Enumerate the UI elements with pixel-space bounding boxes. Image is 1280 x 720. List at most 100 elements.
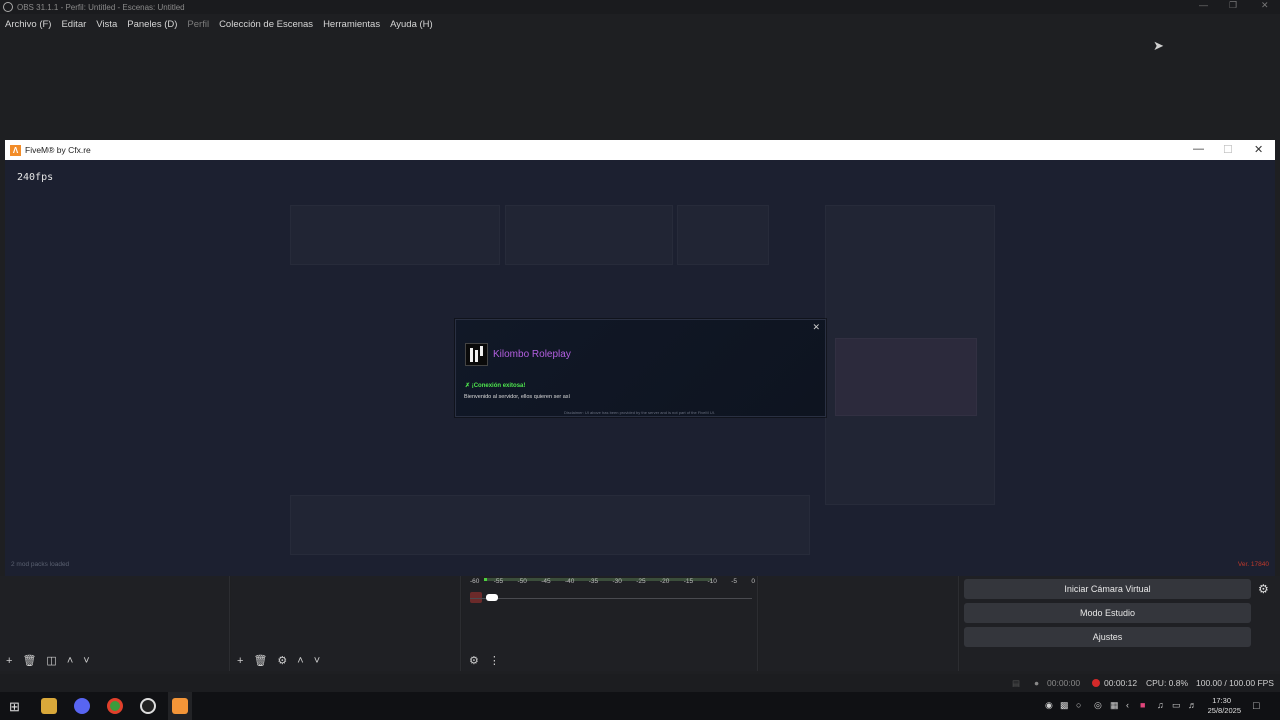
cpu-usage: CPU: 0.8% (1146, 678, 1189, 688)
mixer-tick: -5 (731, 578, 738, 585)
move-up-icon[interactable]: ˄ (67, 655, 73, 667)
mixer-tick: -60 (470, 578, 480, 585)
server-name: Kilombo Roleplay (493, 349, 571, 360)
app-tray-icon[interactable]: ▩ (1060, 700, 1069, 711)
minimize-icon[interactable]: — (1199, 0, 1208, 10)
version-text: Ver. 17840 (1237, 561, 1269, 568)
microphone-tray-icon[interactable]: ♫ (1157, 700, 1164, 710)
windows-start-icon[interactable]: ⊞ (9, 699, 20, 715)
sources-toolbar: + 🗑 ⚙ ˄ ˅ (237, 654, 320, 668)
chrome-tray-icon[interactable]: ◉ (1045, 700, 1053, 711)
audio-mixer-dock (462, 576, 758, 671)
mixer-tick: -50 (517, 578, 527, 585)
menu-perfil[interactable]: Perfil (187, 19, 209, 30)
fivem-minimize-icon[interactable]: — (1193, 143, 1204, 155)
remove-source-icon[interactable]: 🗑 (253, 654, 267, 667)
menu-paneles[interactable]: Paneles (D) (127, 19, 177, 30)
mixer-tick: -45 (541, 578, 551, 585)
fivem-titlebar: Λ FiveM® by Cfx.re — ☐ ✕ (5, 140, 1275, 160)
connection-status: ✗ ¡Conexión exitosa! (465, 383, 526, 389)
obs-window-title: OBS 31.1.1 - Perfil: Untitled - Escenas:… (17, 2, 185, 12)
transitions-dock (759, 576, 959, 671)
fivem-logo-icon: Λ (10, 144, 21, 156)
mixer-toolbar: ⚙ ⋮ (469, 654, 500, 667)
background-panel (677, 205, 769, 265)
menu-editar[interactable]: Editar (61, 19, 86, 30)
notifications-icon[interactable]: □ (1253, 700, 1260, 712)
disclaimer-text: Disclaimer: UI above has been provided b… (564, 410, 715, 415)
steam-tray-icon[interactable]: ◎ (1094, 700, 1102, 711)
chevron-tray-icon[interactable]: ‹ (1126, 700, 1129, 710)
menu-coleccion-escenas[interactable]: Colección de Escenas (219, 19, 313, 30)
record-icon (1092, 679, 1100, 687)
background-panel (290, 205, 500, 265)
obs-statusbar: ▤ ● 00:00:00 00:00:12 CPU: 0.8% 100.00 /… (0, 674, 1280, 692)
connection-dialog: ✕ Kilombo Roleplay ✗ ¡Conexión exitosa! … (455, 319, 826, 417)
mixer-tick: -30 (612, 578, 622, 585)
stream-time: 00:00:00 (1047, 678, 1081, 688)
menu-vista[interactable]: Vista (96, 19, 117, 30)
mixer-tick: -40 (565, 578, 575, 585)
menu-archivo[interactable]: Archivo (F) (5, 19, 51, 30)
settings-button[interactable]: Ajustes (964, 627, 1251, 647)
source-down-icon[interactable]: ˅ (314, 655, 320, 667)
remove-scene-icon[interactable]: 🗑 (22, 654, 36, 667)
headset-tray-icon[interactable]: ○ (1076, 700, 1081, 710)
mixer-tick: -15 (683, 578, 694, 585)
mouse-cursor-icon: ➤ (1153, 38, 1164, 53)
add-source-icon[interactable]: + (237, 655, 243, 667)
mixer-tick: -20 (660, 578, 670, 585)
obs-menubar: Archivo (F) Editar Vista Paneles (D) Per… (0, 14, 1280, 34)
fps-status: 100.00 / 100.00 FPS (1196, 678, 1274, 688)
obs-taskbar-icon[interactable] (140, 698, 156, 714)
move-down-icon[interactable]: ˅ (83, 655, 89, 667)
scenes-toolbar: + 🗑 ◫ ˄ ˅ (6, 654, 90, 668)
app2-tray-icon[interactable]: ■ (1140, 700, 1145, 710)
mixer-tick: -10 (707, 578, 717, 585)
menu-ayuda[interactable]: Ayuda (H) (390, 19, 433, 30)
record-time: 00:00:12 (1104, 678, 1138, 688)
source-up-icon[interactable]: ˄ (297, 655, 303, 667)
menu-herramientas[interactable]: Herramientas (323, 19, 380, 30)
add-scene-icon[interactable]: + (6, 655, 12, 667)
obs-titlebar: OBS 31.1.1 - Perfil: Untitled - Escenas:… (0, 0, 1280, 14)
obs-logo-icon (3, 2, 13, 12)
start-virtual-camera-button[interactable]: Iniciar Cámara Virtual (964, 579, 1251, 599)
fivem-window-title: FiveM® by Cfx.re (25, 145, 91, 155)
background-banner (835, 338, 977, 416)
source-properties-icon[interactable]: ⚙ (277, 654, 287, 667)
advanced-audio-icon[interactable]: ⚙ (469, 654, 479, 667)
fivem-close-icon[interactable]: ✕ (1254, 143, 1263, 156)
volume-slider-handle[interactable] (486, 594, 498, 601)
maximize-icon[interactable]: ❐ (1229, 0, 1237, 11)
welcome-message: Bienvenido al servidor, ellos quieren se… (464, 394, 571, 400)
fivem-game-view: 240fps 2 mod packs loaded Ver. 17840 ✕ K… (5, 160, 1275, 576)
clock-time[interactable]: 17:30 (1212, 696, 1231, 705)
file-explorer-icon[interactable] (41, 698, 57, 714)
mods-loaded-text: 2 mod packs loaded (11, 561, 70, 568)
mixer-tick: -25 (636, 578, 646, 585)
background-panel (290, 495, 810, 555)
connection-status-text: ¡Conexión exitosa! (471, 383, 526, 389)
background-panel (505, 205, 673, 265)
mixer-scale: -60 -55 -50 -45 -40 -35 -30 -25 -20 -15 … (470, 578, 755, 590)
network-tray-icon[interactable]: ▭ (1172, 700, 1181, 711)
close-icon[interactable]: ✕ (1261, 0, 1269, 11)
fivem-maximize-icon[interactable]: ☐ (1223, 143, 1233, 156)
mixer-menu-icon[interactable]: ⋮ (489, 654, 500, 667)
mixer-tick: -55 (493, 578, 504, 585)
dialog-close-icon[interactable]: ✕ (812, 322, 820, 333)
discord-icon[interactable] (74, 698, 90, 714)
volume-tray-icon[interactable]: ♬ (1188, 700, 1197, 710)
studio-mode-button[interactable]: Modo Estudio (964, 603, 1251, 623)
mixer-tick: 0 (751, 578, 755, 585)
clock-date[interactable]: 25/8/2025 (1208, 706, 1241, 715)
scene-filter-icon[interactable]: ◫ (46, 654, 56, 667)
stream-icon: ● (1034, 678, 1040, 688)
mixer-tick: -35 (588, 578, 599, 585)
fps-counter: 240fps (17, 172, 54, 183)
virtual-camera-settings-icon[interactable]: ⚙ (1258, 582, 1269, 596)
chrome-icon[interactable] (107, 698, 123, 714)
volume-slider-track (470, 598, 752, 599)
grid-tray-icon[interactable]: ▦ (1110, 700, 1119, 711)
